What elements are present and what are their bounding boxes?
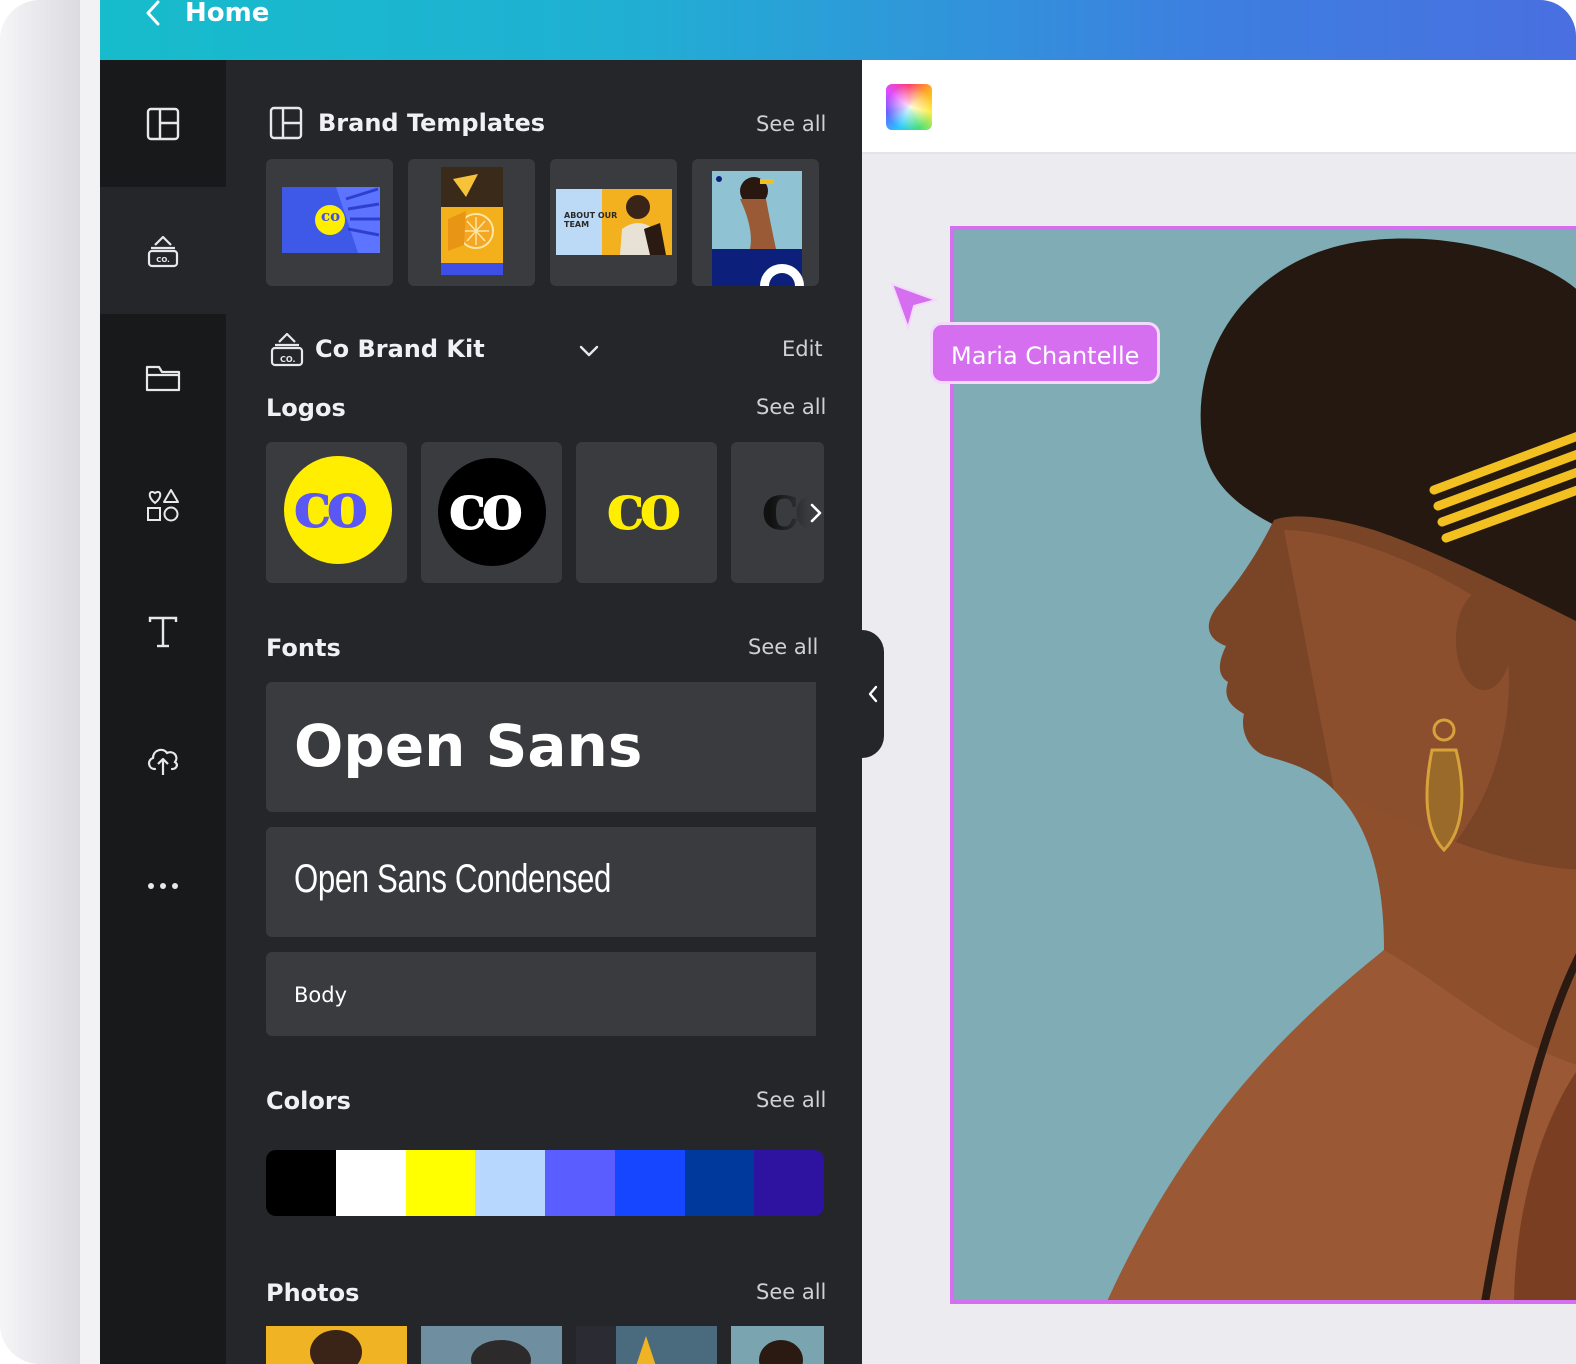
colors-see-all[interactable]: See all <box>756 1088 826 1112</box>
home-link[interactable]: Home <box>185 0 269 28</box>
top-bar: Home <box>100 0 1576 60</box>
template-thumb[interactable] <box>408 159 535 286</box>
brand-kit-edit[interactable]: Edit <box>782 337 823 361</box>
logo-tile[interactable]: co <box>421 442 562 583</box>
svg-text:CO.: CO. <box>156 256 170 264</box>
photo-thumb-image <box>471 1340 531 1364</box>
font-subheading[interactable]: Open Sans Condensed <box>266 827 816 937</box>
collaborator-name-tag: Maria Chantelle <box>930 322 1161 384</box>
photos-see-all[interactable]: See all <box>756 1280 826 1304</box>
chevron-down-icon[interactable] <box>578 343 600 359</box>
photo-thumb-image <box>576 1326 656 1364</box>
color-swatch-black[interactable] <box>266 1150 336 1216</box>
template-thumb[interactable] <box>692 159 819 286</box>
text-icon <box>148 616 178 647</box>
template-thumb-image <box>441 167 503 275</box>
folder-icon <box>145 365 181 391</box>
chevron-right-icon[interactable] <box>806 500 826 526</box>
color-swatch-yellow[interactable] <box>405 1150 476 1216</box>
logo-mark: co <box>606 470 682 545</box>
photo-thumb[interactable] <box>266 1326 407 1364</box>
design-image[interactable] <box>950 226 1576 1304</box>
colors-title: Colors <box>266 1087 351 1115</box>
font-heading-label: Open Sans <box>294 712 643 780</box>
logo-mark: co <box>448 470 524 545</box>
rail-item-more[interactable] <box>100 822 226 949</box>
cloud-upload-icon <box>148 748 178 775</box>
canvas-toolbar <box>862 60 1576 154</box>
photos-title: Photos <box>266 1279 360 1307</box>
logos-title: Logos <box>266 394 346 422</box>
color-swatch-blue[interactable] <box>614 1150 685 1216</box>
color-swatch-white[interactable] <box>335 1150 406 1216</box>
rail-item-elements[interactable] <box>100 441 226 568</box>
template-thumb[interactable]: ABOUT OUR TEAM <box>550 159 677 286</box>
rail-item-text[interactable] <box>100 568 226 695</box>
background-card-edge <box>0 0 80 1364</box>
editor-window: Home CO. Brand Templates See all co ABOU… <box>100 0 1576 1364</box>
color-swatch-navy[interactable] <box>684 1150 755 1216</box>
template-thumb-logo: co <box>321 207 341 225</box>
photo-thumb[interactable] <box>421 1326 562 1364</box>
photo-thumb[interactable] <box>576 1326 717 1364</box>
rail-item-templates[interactable] <box>100 60 226 187</box>
color-swatch-periwinkle[interactable] <box>545 1150 615 1216</box>
brand-templates-title: Brand Templates <box>318 109 546 137</box>
layout-icon <box>269 106 303 140</box>
logo-tile[interactable]: co <box>576 442 717 583</box>
shapes-icon <box>147 488 179 521</box>
brand-kit-icon-text: CO. <box>280 355 296 364</box>
template-thumb-caption: ABOUT OUR TEAM <box>564 211 618 229</box>
collaborator-cursor-icon <box>891 283 937 329</box>
brand-panel: Brand Templates See all co ABOUT OUR TEA… <box>226 60 862 1364</box>
template-thumb[interactable]: co <box>266 159 393 286</box>
side-rail: CO. <box>100 60 226 1364</box>
photo-thumb[interactable] <box>731 1326 824 1364</box>
portrait-photo <box>954 230 1576 1300</box>
collapse-panel-button[interactable] <box>862 630 884 758</box>
color-swatch-light-blue[interactable] <box>475 1150 545 1216</box>
more-dots-icon <box>148 882 178 889</box>
color-palette <box>266 1150 824 1216</box>
font-body-label: Body <box>294 983 348 1007</box>
rail-item-uploads[interactable] <box>100 695 226 822</box>
chevron-left-icon[interactable] <box>140 0 168 28</box>
rail-item-brand[interactable]: CO. <box>100 187 226 314</box>
font-body[interactable]: Body <box>266 952 816 1036</box>
logo-mark: co <box>293 468 369 543</box>
logo-tile[interactable]: co <box>266 442 407 583</box>
photo-thumb-image <box>310 1330 362 1364</box>
color-picker-icon[interactable] <box>886 84 932 130</box>
chevron-left-icon <box>868 685 878 703</box>
brand-kit-selector[interactable]: Co Brand Kit <box>315 335 485 363</box>
photo-thumb-image <box>759 1340 803 1364</box>
color-swatch-indigo[interactable] <box>754 1150 824 1216</box>
logos-see-all[interactable]: See all <box>756 395 826 419</box>
font-subheading-label: Open Sans Condensed <box>294 857 611 901</box>
brand-kit-icon: CO. <box>147 235 179 267</box>
fonts-title: Fonts <box>266 634 341 662</box>
rail-item-projects[interactable] <box>100 314 226 441</box>
layout-icon <box>146 107 180 140</box>
fonts-see-all[interactable]: See all <box>748 635 818 659</box>
font-heading[interactable]: Open Sans <box>266 682 816 812</box>
brand-templates-see-all[interactable]: See all <box>756 112 826 136</box>
template-thumb-image <box>712 171 804 286</box>
